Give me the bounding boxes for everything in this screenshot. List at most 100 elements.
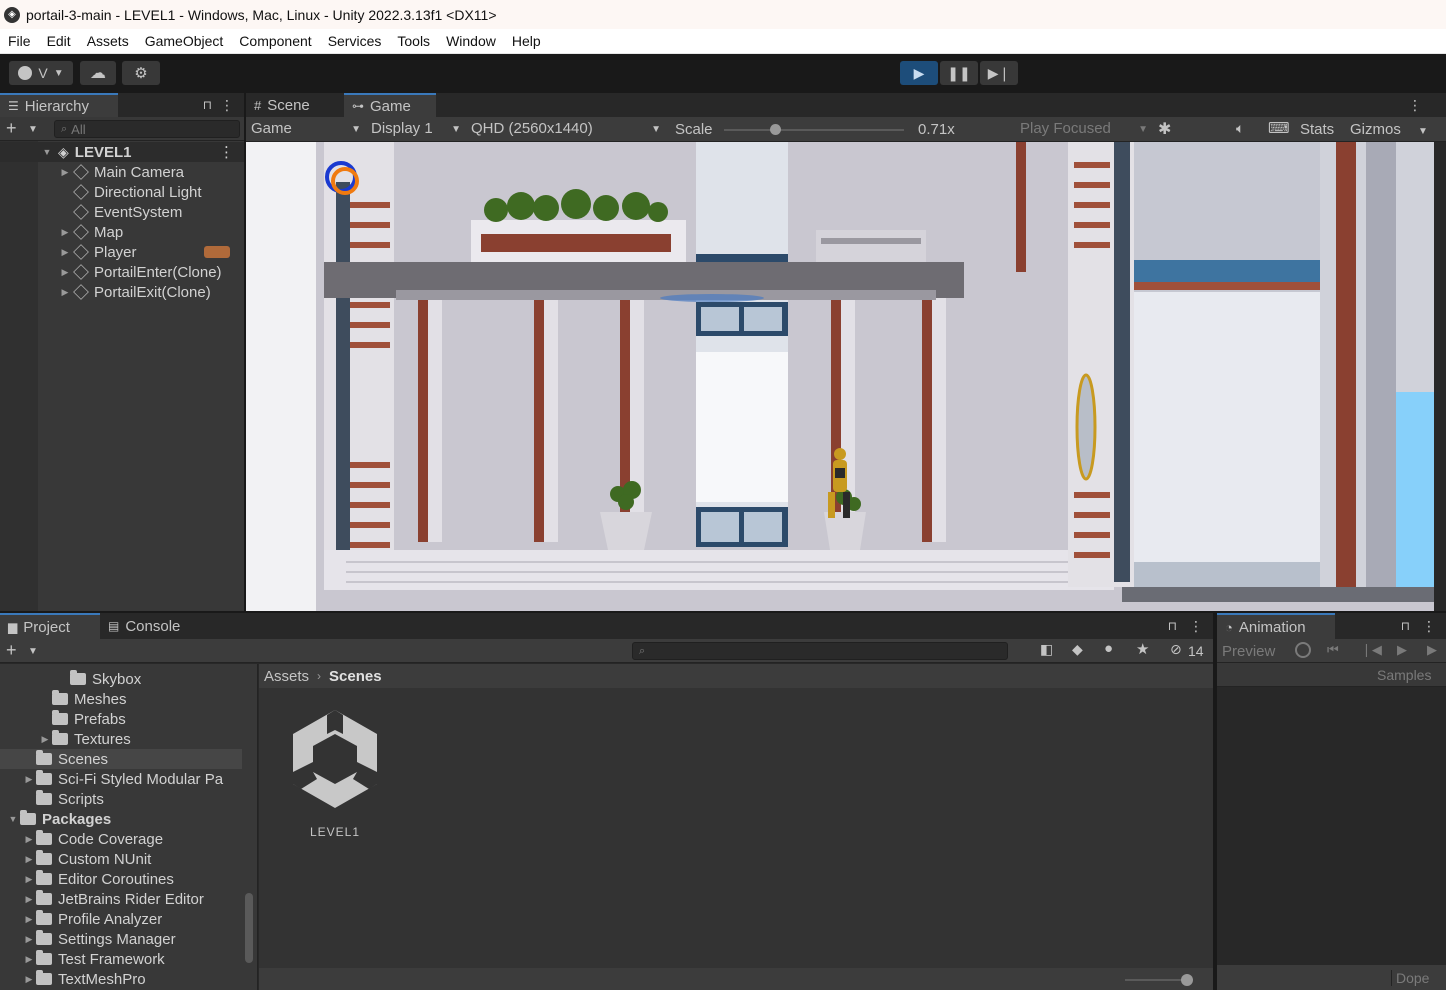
project-tree-item[interactable]: ▶ Code Coverage <box>0 829 242 849</box>
next-frame-icon[interactable]: ▶ <box>1427 642 1437 658</box>
project-tree-item[interactable]: ▶ Sci-Fi Styled Modular Pa <box>0 769 242 789</box>
more-options-icon[interactable]: ⋮ <box>1422 618 1436 635</box>
expand-arrow-icon[interactable]: ▶ <box>60 247 70 258</box>
keyboard-icon[interactable]: ⌨ <box>1268 119 1290 137</box>
project-tree-item[interactable]: Skybox <box>0 669 242 689</box>
first-frame-icon[interactable]: ⏮ <box>1327 642 1339 658</box>
chevron-down-icon[interactable]: ▼ <box>28 646 38 657</box>
more-options-icon[interactable]: ⋮ <box>1189 618 1203 635</box>
search-by-type-icon[interactable]: ◧ <box>1040 641 1053 658</box>
gizmos-button[interactable]: Gizmos <box>1350 121 1401 138</box>
scale-slider-handle[interactable] <box>770 124 781 135</box>
dopesheet-tab[interactable]: Dope <box>1391 970 1429 986</box>
project-tree-item[interactable]: ▶ Settings Manager <box>0 929 242 949</box>
collapse-arrow-icon[interactable]: ▶ <box>24 894 34 905</box>
more-options-icon[interactable]: ⋮ <box>1408 97 1422 114</box>
preview-button[interactable]: Preview <box>1222 643 1275 660</box>
hierarchy-item[interactable]: EventSystem <box>0 202 182 222</box>
tab-game[interactable]: ⊶ Game <box>344 93 436 117</box>
hierarchy-search-input[interactable]: ⌕ All <box>54 120 240 138</box>
project-tree-item[interactable]: ▶ Profile Analyzer <box>0 909 242 929</box>
account-dropdown[interactable]: V ▼ <box>9 61 73 85</box>
cloud-button[interactable]: ☁ <box>80 61 116 85</box>
menu-assets[interactable]: Assets <box>79 33 137 49</box>
scene-row[interactable]: ▼ ◈ LEVEL1 ⋮ <box>0 142 244 162</box>
icon-size-slider-handle[interactable] <box>1181 974 1193 986</box>
project-tree-item[interactable]: Scenes <box>0 749 242 769</box>
project-tree-item[interactable]: ▼ Packages <box>0 809 242 829</box>
play-button[interactable]: ▶ <box>900 61 938 85</box>
lock-icon[interactable]: ⊓ <box>1168 619 1177 633</box>
menu-component[interactable]: Component <box>231 33 319 49</box>
more-options-icon[interactable]: ⋮ <box>219 143 234 161</box>
expand-arrow-icon[interactable]: ▶ <box>60 267 70 278</box>
warning-icon[interactable]: ● <box>1104 640 1113 657</box>
lock-icon[interactable]: ⊓ <box>1401 619 1410 633</box>
menu-file[interactable]: File <box>0 33 39 49</box>
project-tree-item[interactable]: ▶ JetBrains Rider Editor <box>0 889 242 909</box>
step-button[interactable]: ▶❘ <box>980 61 1018 85</box>
collapse-arrow-icon[interactable]: ▶ <box>24 854 34 865</box>
tab-project[interactable]: ▆ Project <box>0 613 100 639</box>
hierarchy-item[interactable]: ▶ Main Camera <box>0 162 185 182</box>
resolution-select[interactable]: QHD (2560x1440) ▼ <box>471 120 661 137</box>
game-viewport[interactable] <box>246 142 1434 611</box>
tab-hierarchy[interactable]: ☰ Hierarchy <box>0 93 118 117</box>
collapse-arrow-icon[interactable]: ▶ <box>24 874 34 885</box>
project-tree-item[interactable]: ▶ TextMeshPro <box>0 969 242 989</box>
project-tree-item[interactable]: ▶ Custom NUnit <box>0 849 242 869</box>
more-options-icon[interactable]: ⋮ <box>220 97 234 114</box>
expand-arrow-icon[interactable]: ▶ <box>60 227 70 238</box>
play-mode-select[interactable]: Play Focused ▼ <box>1020 120 1148 137</box>
collapse-arrow-icon[interactable]: ▶ <box>24 774 34 785</box>
expand-arrow-icon[interactable]: ▶ <box>60 167 70 178</box>
scale-slider-track[interactable] <box>724 129 904 131</box>
chevron-down-icon[interactable]: ▼ <box>1418 126 1428 137</box>
stats-button[interactable]: Stats <box>1300 121 1334 138</box>
collapse-arrow-icon[interactable]: ▶ <box>24 974 34 985</box>
hidden-eye-icon[interactable]: ⊘ <box>1170 641 1182 658</box>
breadcrumb-assets[interactable]: Assets <box>264 668 309 685</box>
project-tree-item[interactable]: ▶ Editor Coroutines <box>0 869 242 889</box>
pause-button[interactable]: ❚❚ <box>940 61 978 85</box>
tree-scrollbar[interactable] <box>244 668 254 990</box>
expand-arrow-icon[interactable]: ▼ <box>42 147 52 157</box>
add-icon[interactable]: + <box>6 640 17 661</box>
previous-frame-icon[interactable]: ❘◀ <box>1361 642 1382 658</box>
collapse-arrow-icon[interactable]: ▶ <box>24 954 34 965</box>
collapse-arrow-icon[interactable]: ▶ <box>24 934 34 945</box>
menu-gameobject[interactable]: GameObject <box>137 33 232 49</box>
tab-scene[interactable]: # Scene <box>246 93 344 117</box>
audio-icon[interactable]: 🔈︎ <box>1236 120 1244 137</box>
chevron-down-icon[interactable]: ▼ <box>28 124 38 135</box>
hierarchy-item[interactable]: ▶ PortailExit(Clone) <box>0 282 211 302</box>
project-search-input[interactable]: ⌕ <box>632 642 1008 660</box>
tree-scrollbar-thumb[interactable] <box>245 893 253 963</box>
collab-button[interactable]: ⚙ <box>122 61 160 85</box>
menu-tools[interactable]: Tools <box>389 33 438 49</box>
hierarchy-item[interactable]: Directional Light <box>0 182 202 202</box>
hierarchy-item[interactable]: ▶ PortailEnter(Clone) <box>0 262 222 282</box>
hierarchy-item[interactable]: ▶ Map <box>0 222 124 242</box>
tab-console[interactable]: ▤ Console <box>100 613 196 639</box>
project-tree-item[interactable]: Prefabs <box>0 709 242 729</box>
menu-window[interactable]: Window <box>438 33 504 49</box>
collapse-arrow-icon[interactable]: ▶ <box>24 834 34 845</box>
tab-animation[interactable]: ◔ Animation <box>1217 613 1335 639</box>
project-tree-item[interactable]: Scripts <box>0 789 242 809</box>
label-icon[interactable]: ◆ <box>1072 641 1083 658</box>
expand-arrow-icon[interactable]: ▼ <box>8 814 18 824</box>
icon-size-slider[interactable] <box>1125 979 1189 981</box>
play-icon[interactable]: ▶ <box>1397 642 1407 658</box>
add-icon[interactable]: + <box>6 118 17 139</box>
menu-services[interactable]: Services <box>320 33 390 49</box>
project-tree-item[interactable]: Meshes <box>0 689 242 709</box>
display-select[interactable]: Display 1 ▼ <box>371 120 461 137</box>
expand-arrow-icon[interactable]: ▶ <box>60 287 70 298</box>
record-icon[interactable] <box>1295 642 1311 658</box>
collapse-arrow-icon[interactable]: ▶ <box>40 734 50 745</box>
project-tree-item[interactable]: ▶ Test Framework <box>0 949 242 969</box>
menu-help[interactable]: Help <box>504 33 549 49</box>
lock-icon[interactable]: ⊓ <box>203 98 212 112</box>
menu-edit[interactable]: Edit <box>39 33 79 49</box>
